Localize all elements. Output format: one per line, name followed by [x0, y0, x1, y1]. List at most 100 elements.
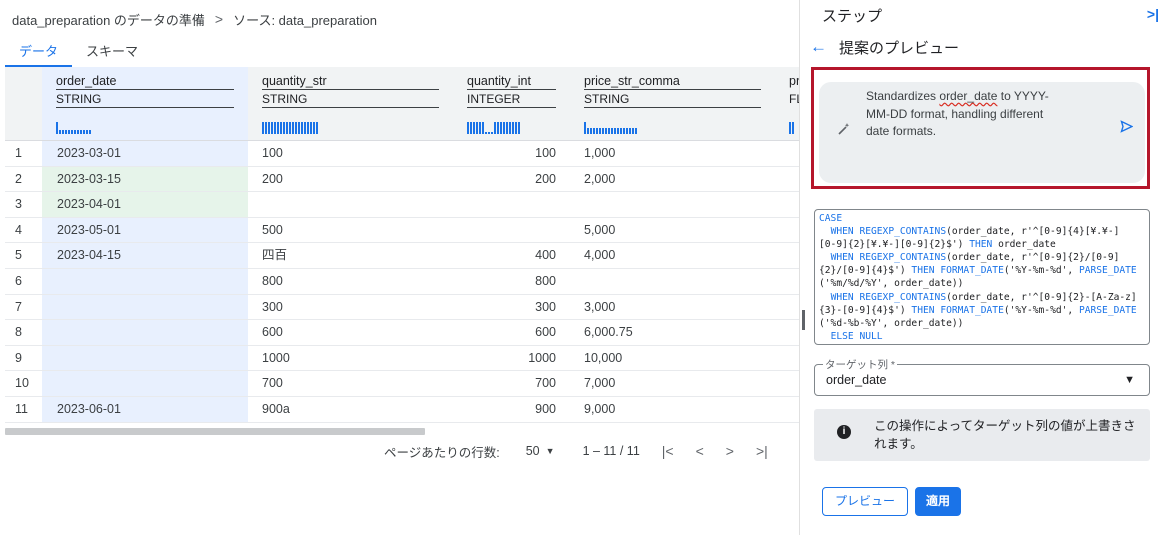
table-row[interactable]: 10 700 700 7,000: [5, 371, 799, 397]
table-row[interactable]: 3 2023-04-01: [5, 192, 799, 218]
row-index-header: [5, 67, 42, 141]
breadcrumb-item-prep[interactable]: data_preparation のデータの準備: [12, 10, 205, 29]
suggestion-card[interactable]: Standardizes order_date to YYYY-MM-DD fo…: [819, 82, 1145, 183]
rows-per-page-value: 50: [525, 444, 540, 458]
cell-price-str-comma[interactable]: 2,000: [584, 167, 615, 192]
cell-quantity-int[interactable]: 100: [453, 141, 556, 166]
resize-handle[interactable]: [802, 310, 805, 330]
cell-price-str-comma[interactable]: 5,000: [584, 218, 615, 243]
column-header-order-date[interactable]: order_date STRING: [42, 67, 248, 141]
cell-quantity-str[interactable]: 600: [262, 320, 283, 345]
breadcrumb: data_preparation のデータの準備 > ソース: data_pre…: [12, 10, 377, 28]
cell-price-str-comma[interactable]: 3,000: [584, 295, 615, 320]
rows-per-page-select[interactable]: 50 ▼: [526, 444, 555, 458]
table-row[interactable]: 7 300 300 3,000: [5, 295, 799, 321]
cell-order-date[interactable]: 2023-04-01: [57, 192, 121, 217]
back-arrow-icon[interactable]: ←: [810, 37, 827, 57]
row-index: 6: [15, 274, 22, 288]
collapse-panel-icon[interactable]: >|: [1147, 6, 1159, 22]
cell-quantity-str[interactable]: 100: [262, 141, 283, 166]
table-row[interactable]: 2 2023-03-15 200 200 2,000: [5, 167, 799, 193]
cell-quantity-int[interactable]: 700: [453, 371, 556, 396]
cell-quantity-str[interactable]: 四百: [262, 243, 287, 268]
prev-page-icon[interactable]: <: [696, 443, 704, 459]
cell-price-str-comma[interactable]: 10,000: [584, 346, 622, 371]
last-page-icon[interactable]: >|: [756, 443, 768, 459]
cell-quantity-int[interactable]: 200: [453, 167, 556, 192]
cell-quantity-int[interactable]: 300: [453, 295, 556, 320]
cell-quantity-str[interactable]: 200: [262, 167, 283, 192]
row-index: 3: [15, 197, 22, 212]
cell-quantity-int[interactable]: 400: [453, 243, 556, 268]
data-area: data_preparation のデータの準備 > ソース: data_pre…: [0, 0, 799, 535]
cell-quantity-str[interactable]: 500: [262, 218, 283, 243]
horizontal-scrollbar[interactable]: [5, 428, 425, 435]
cell-quantity-int[interactable]: [453, 192, 556, 217]
tab-bar: データ スキーマ: [5, 40, 152, 67]
preview-button[interactable]: プレビュー: [822, 487, 908, 516]
column-header-partial[interactable]: pr FL: [775, 67, 799, 141]
tab-data[interactable]: データ: [5, 40, 73, 67]
apply-button[interactable]: 適用: [915, 487, 961, 516]
cell-quantity-str[interactable]: 700: [262, 371, 283, 396]
cell-order-date[interactable]: 2023-04-15: [57, 243, 121, 268]
table-row[interactable]: 11 2023-06-01 900a 900 9,000: [5, 397, 799, 423]
column-header-quantity-int[interactable]: quantity_int INTEGER: [453, 67, 570, 141]
table-row[interactable]: 1 2023-03-01 100 100 1,000: [5, 141, 799, 167]
cell-quantity-int[interactable]: 900: [453, 397, 556, 422]
cell-order-date[interactable]: 2023-06-01: [57, 397, 121, 422]
tab-schema[interactable]: スキーマ: [72, 40, 152, 67]
cell-price-str-comma[interactable]: 9,000: [584, 397, 615, 422]
info-icon: i: [837, 425, 851, 439]
column-header-quantity-str[interactable]: quantity_str STRING: [248, 67, 453, 141]
table-row[interactable]: 4 2023-05-01 500 5,000: [5, 218, 799, 244]
cell-quantity-str[interactable]: 800: [262, 269, 283, 294]
column-type: FL: [789, 92, 799, 106]
row-index: 5: [15, 248, 22, 263]
cell-price-str-comma[interactable]: 6,000.75: [584, 320, 633, 345]
next-page-icon[interactable]: >: [726, 443, 734, 459]
table-row[interactable]: 9 1000 1000 10,000: [5, 346, 799, 372]
cell-order-date[interactable]: 2023-03-01: [57, 141, 121, 166]
target-column-select[interactable]: ターゲット列 * order_date ▼: [814, 357, 1150, 396]
cell-quantity-str[interactable]: 1000: [262, 346, 290, 371]
cell-quantity-int[interactable]: [453, 218, 556, 243]
send-icon[interactable]: [1120, 120, 1134, 136]
header-divider: [56, 107, 234, 108]
row-index: 9: [15, 350, 22, 365]
row-index: 10: [15, 376, 29, 391]
cell-quantity-int[interactable]: 800: [453, 269, 556, 294]
cell-quantity-int[interactable]: 600: [453, 320, 556, 345]
sql-code: CASE WHEN REGEXP_CONTAINS(order_date, r'…: [819, 213, 1137, 342]
column-header-price-str-comma[interactable]: price_str_comma STRING: [570, 67, 775, 141]
cell-quantity-int[interactable]: 1000: [453, 346, 556, 371]
row-index: 1: [15, 146, 22, 160]
cell-quantity-str[interactable]: 300: [262, 295, 283, 320]
first-page-icon[interactable]: |<: [662, 443, 674, 459]
header-divider: [584, 89, 761, 90]
column-type: STRING: [584, 92, 630, 106]
highlight-box: Standardizes order_date to YYYY-MM-DD fo…: [811, 67, 1150, 189]
breadcrumb-item-source: ソース: data_preparation: [233, 12, 377, 28]
info-banner: i この操作によってターゲット列の値が上書きされます。: [814, 409, 1150, 461]
table-row[interactable]: 8 600 600 6,000.75: [5, 320, 799, 346]
breadcrumb-separator: >: [214, 11, 224, 27]
header-divider: [584, 107, 761, 108]
header-divider: [467, 89, 556, 90]
cell-price-str-comma[interactable]: 7,000: [584, 371, 615, 396]
cell-order-date[interactable]: 2023-05-01: [57, 218, 121, 243]
cell-price-str-comma[interactable]: 4,000: [584, 243, 615, 268]
magic-wand-icon: [837, 122, 851, 139]
sql-code-editor[interactable]: CASE WHEN REGEXP_CONTAINS(order_date, r'…: [814, 209, 1150, 345]
header-divider: [262, 89, 439, 90]
cell-price-str-comma[interactable]: 1,000: [584, 141, 615, 166]
table-row[interactable]: 5 2023-04-15 四百 400 4,000: [5, 243, 799, 269]
row-index: 4: [15, 222, 22, 237]
column-type: STRING: [56, 92, 102, 106]
cell-order-date[interactable]: 2023-03-15: [57, 167, 121, 192]
dropdown-arrow-icon: ▼: [1124, 374, 1135, 386]
row-index: 8: [15, 325, 22, 340]
column-name: order_date: [56, 74, 117, 88]
cell-quantity-str[interactable]: 900a: [262, 397, 290, 422]
table-row[interactable]: 6 800 800: [5, 269, 799, 295]
